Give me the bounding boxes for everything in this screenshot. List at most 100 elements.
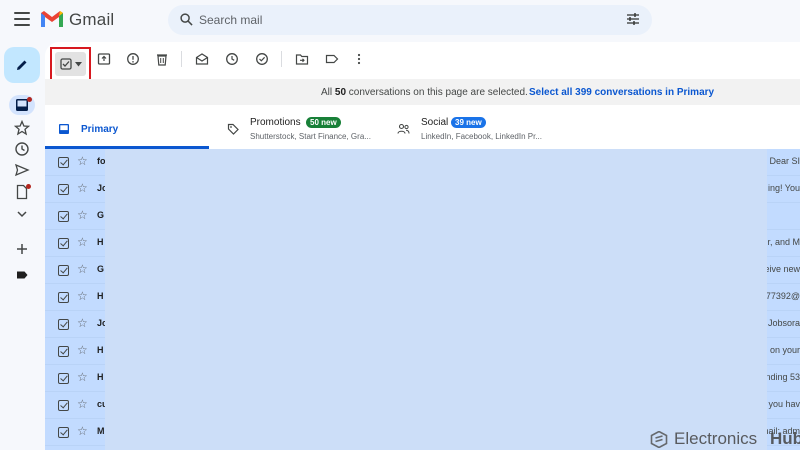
star-icon[interactable]: ☆ (77, 397, 88, 411)
watermark-text: Electronics (674, 429, 758, 448)
selection-message: All 50 conversations on this page are se… (321, 87, 528, 98)
search-icon[interactable] (180, 13, 193, 26)
label-icon[interactable] (14, 267, 30, 283)
row-checkbox[interactable] (58, 427, 69, 438)
inbox-unread-dot (27, 97, 32, 102)
table-row[interactable]: ☆ Jo Jobsora (45, 311, 800, 338)
draft-indicator-dot (26, 184, 31, 189)
table-row[interactable]: ☆ H nding 53 (45, 365, 800, 392)
label-as-icon[interactable] (325, 52, 339, 66)
table-row[interactable]: ☆ G (45, 203, 800, 230)
mark-read-icon[interactable] (195, 52, 209, 66)
chevron-down-icon[interactable] (14, 206, 30, 222)
row-snippet: on your (769, 345, 800, 355)
selection-count: 50 (334, 87, 347, 98)
tab-label: Primary (81, 124, 119, 135)
gmail-logo-icon[interactable] (40, 9, 64, 29)
main-panel: All 50 conversations on this page are se… (45, 42, 800, 450)
row-snippet: Jobsora (767, 318, 800, 328)
select-all-checkbox-icon[interactable] (60, 58, 72, 70)
toolbar-divider (181, 51, 182, 67)
search-options-icon[interactable] (626, 12, 640, 26)
pencil-icon (17, 60, 27, 70)
plus-icon[interactable] (14, 241, 30, 257)
row-snippet: Dear SI (769, 156, 800, 166)
new-count-badge: 39 new (451, 117, 486, 128)
table-row[interactable]: ☆ Jo ing! You (45, 176, 800, 203)
add-to-tasks-icon[interactable] (255, 52, 269, 66)
tab-label: Promotions (250, 117, 301, 128)
row-checkbox[interactable] (58, 319, 69, 330)
row-snippet: eive new (764, 264, 800, 274)
report-spam-icon[interactable] (126, 52, 140, 66)
delete-icon[interactable] (155, 52, 169, 66)
top-header: Gmail Search mail (0, 0, 800, 40)
archive-icon[interactable] (97, 52, 111, 66)
row-sender: H (97, 291, 104, 301)
star-icon[interactable]: ☆ (77, 154, 88, 168)
selection-banner: All 50 conversations on this page are se… (45, 79, 800, 105)
table-row[interactable]: ☆ H r, and M (45, 230, 800, 257)
tab-primary[interactable]: Primary (45, 105, 209, 149)
table-row[interactable]: ☆ G eive new (45, 257, 800, 284)
row-snippet: you hav (768, 399, 800, 409)
people-icon (397, 123, 410, 134)
snooze-icon[interactable] (225, 52, 239, 66)
select-all-conversations-link[interactable]: Select all 399 conversations in Primary (529, 87, 714, 98)
table-row[interactable]: ☆ H 577392@ (45, 284, 800, 311)
caret-down-icon[interactable] (75, 62, 82, 67)
table-row[interactable]: ☆ H on your (45, 338, 800, 365)
row-sender: H (97, 345, 104, 355)
search-bar[interactable]: Search mail (168, 5, 652, 35)
row-sender: Jo (97, 318, 108, 328)
select-all-dropdown[interactable] (55, 52, 86, 76)
inbox-icon (59, 124, 69, 134)
row-snippet: nding 53 (765, 372, 800, 382)
row-sender: H (97, 372, 104, 382)
table-row[interactable]: ☆ cu you hav (45, 392, 800, 419)
search-placeholder[interactable]: Search mail (199, 13, 262, 27)
send-icon[interactable] (14, 162, 30, 178)
row-checkbox[interactable] (58, 211, 69, 222)
star-icon[interactable]: ☆ (77, 181, 88, 195)
electronicshub-logo-icon (650, 431, 668, 448)
move-to-icon[interactable] (295, 52, 309, 66)
row-checkbox[interactable] (58, 373, 69, 384)
star-icon[interactable]: ☆ (77, 316, 88, 330)
main-menu-icon[interactable] (14, 12, 30, 26)
row-checkbox[interactable] (58, 265, 69, 276)
star-icon[interactable]: ☆ (77, 424, 88, 438)
table-row[interactable]: ☆ fo Dear SI (45, 149, 800, 176)
tab-promotions[interactable]: Promotions 50 new Shutterstock, Start Fi… (223, 105, 393, 149)
row-checkbox[interactable] (58, 238, 69, 249)
row-checkbox[interactable] (58, 184, 69, 195)
star-icon[interactable]: ☆ (77, 343, 88, 357)
row-sender: Jo (97, 183, 108, 193)
tab-social[interactable]: Social 39 new LinkedIn, Facebook, Linked… (393, 105, 563, 149)
row-checkbox[interactable] (58, 346, 69, 357)
star-icon[interactable] (14, 120, 30, 136)
tab-subtitle: LinkedIn, Facebook, LinkedIn Pr... (421, 132, 542, 141)
compose-button[interactable] (4, 47, 40, 83)
star-icon[interactable]: ☆ (77, 208, 88, 222)
row-checkbox[interactable] (58, 400, 69, 411)
tag-icon (227, 123, 239, 135)
row-checkbox[interactable] (58, 157, 69, 168)
row-checkbox[interactable] (58, 292, 69, 303)
row-sender: H (97, 237, 104, 247)
star-icon[interactable]: ☆ (77, 262, 88, 276)
star-icon[interactable]: ☆ (77, 235, 88, 249)
more-options-icon[interactable] (352, 52, 366, 66)
toolbar (45, 42, 800, 81)
category-tabs: Primary Promotions 50 new Shutterstock, … (45, 105, 800, 149)
row-sender: G (97, 264, 105, 274)
new-count-badge: 50 new (306, 117, 341, 128)
row-sender: G (97, 210, 105, 220)
row-sender: cu (97, 399, 108, 409)
row-snippet: ing! You (767, 183, 800, 193)
app-name[interactable]: Gmail (69, 10, 114, 30)
clock-icon[interactable] (14, 141, 30, 157)
tab-label: Social (421, 117, 449, 128)
star-icon[interactable]: ☆ (77, 370, 88, 384)
star-icon[interactable]: ☆ (77, 289, 88, 303)
